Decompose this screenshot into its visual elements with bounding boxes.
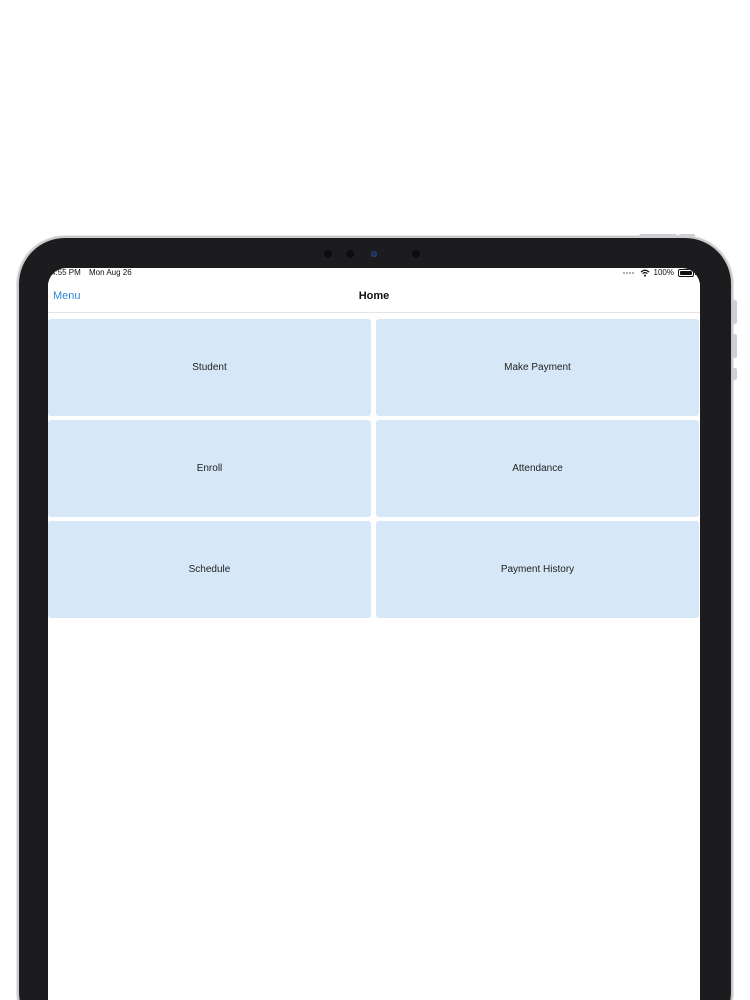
top-button-secondary bbox=[679, 234, 695, 238]
top-button bbox=[639, 234, 677, 238]
signal-dots-icon bbox=[622, 271, 634, 274]
volume-down-button bbox=[733, 334, 737, 358]
payment-history-tile[interactable]: Payment History bbox=[376, 521, 699, 618]
enroll-tile[interactable]: Enroll bbox=[48, 420, 371, 517]
page-title: Home bbox=[358, 290, 390, 302]
tile-label: Attendance bbox=[512, 463, 563, 474]
tile-label: Student bbox=[192, 362, 227, 373]
status-date: Mon Aug 26 bbox=[89, 268, 132, 277]
camera-icon bbox=[371, 251, 377, 257]
wifi-icon bbox=[640, 269, 649, 277]
front-camera-array bbox=[320, 248, 430, 260]
battery-icon bbox=[678, 268, 696, 277]
navigation-bar: Menu Home bbox=[48, 282, 700, 313]
battery-level bbox=[680, 270, 692, 275]
side-button bbox=[733, 368, 737, 380]
battery-percent: 100% bbox=[653, 268, 674, 277]
make-payment-tile[interactable]: Make Payment bbox=[376, 319, 699, 416]
home-tile-grid: Student Make Payment Enroll Attendance S… bbox=[48, 319, 700, 618]
tile-label: Make Payment bbox=[504, 362, 571, 373]
status-indicators: 100% bbox=[622, 268, 696, 277]
sensor-icon bbox=[412, 250, 420, 258]
tile-label: Payment History bbox=[500, 564, 575, 575]
status-bar: 4:55 PM Mon Aug 26 100% bbox=[48, 268, 700, 282]
status-time: 4:55 PM bbox=[51, 268, 81, 277]
tile-label: Schedule bbox=[188, 564, 231, 575]
page-background: 4:55 PM Mon Aug 26 100% Menu Home Studen… bbox=[0, 0, 750, 1000]
ipad-device-frame: 4:55 PM Mon Aug 26 100% Menu Home Studen… bbox=[19, 234, 737, 1000]
schedule-tile[interactable]: Schedule bbox=[48, 521, 371, 618]
sensor-icon bbox=[324, 250, 332, 258]
tile-label: Enroll bbox=[196, 463, 223, 474]
attendance-tile[interactable]: Attendance bbox=[376, 420, 699, 517]
screen: 4:55 PM Mon Aug 26 100% Menu Home Studen… bbox=[48, 268, 700, 1000]
sensor-icon bbox=[346, 250, 354, 258]
volume-up-button bbox=[733, 300, 737, 324]
student-tile[interactable]: Student bbox=[48, 319, 371, 416]
